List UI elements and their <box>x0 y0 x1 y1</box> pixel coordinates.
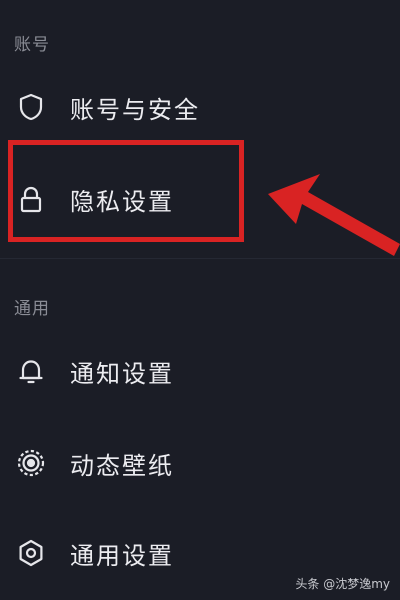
section-header-general: 通用 <box>14 299 50 319</box>
menu-item-live-wallpaper[interactable]: 动态壁纸 <box>0 428 400 498</box>
menu-item-label: 通用设置 <box>70 541 174 570</box>
section-header-account: 账号 <box>14 35 50 55</box>
watermark: 头条 @沈梦逸my <box>295 577 390 591</box>
menu-item-label: 通知设置 <box>70 359 174 388</box>
shield-icon <box>14 90 48 124</box>
menu-item-label: 动态壁纸 <box>70 451 174 480</box>
live-wallpaper-icon <box>14 446 48 480</box>
menu-item-account-security[interactable]: 账号与安全 <box>0 72 400 142</box>
menu-item-label: 账号与安全 <box>70 95 200 124</box>
gear-icon <box>14 536 48 570</box>
annotation-arrow-icon <box>268 174 400 256</box>
highlight-box <box>8 140 244 242</box>
bell-icon <box>14 354 48 388</box>
menu-item-notification-settings[interactable]: 通知设置 <box>0 336 400 406</box>
